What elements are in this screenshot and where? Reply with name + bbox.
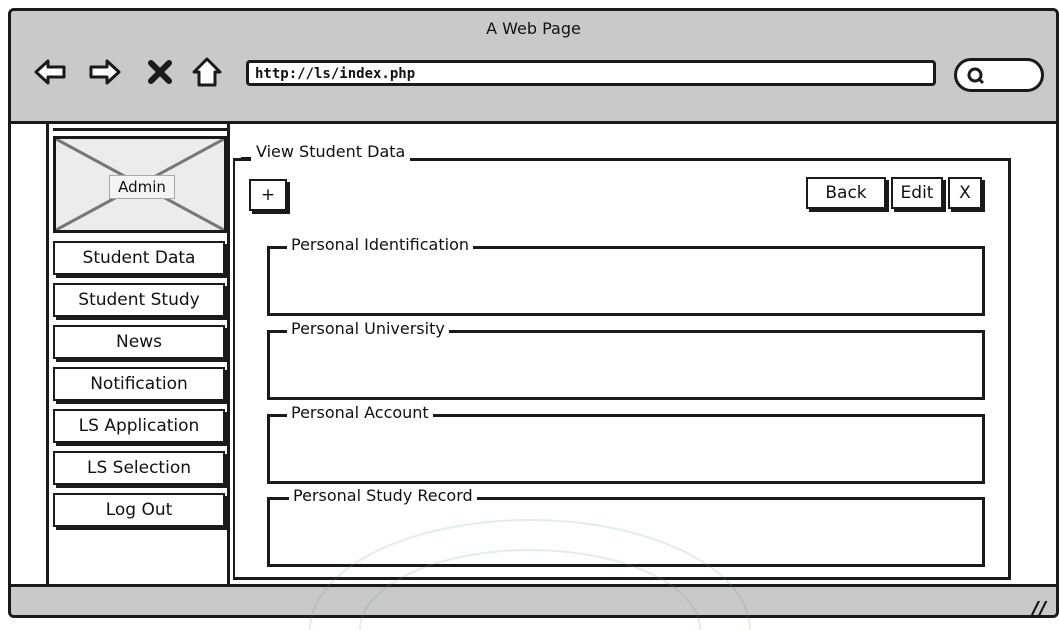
search-field[interactable] [954,58,1044,92]
section-legend-tick [279,497,289,500]
close-x-icon[interactable] [143,55,177,89]
section-personal-study-record [267,497,985,567]
url-input[interactable]: http://ls/index.php [246,60,936,86]
page-title: A Web Page [486,19,581,38]
section-title: Personal Account [287,403,433,422]
resize-grip-icon[interactable]: // [1031,597,1046,615]
section-personal-account [267,414,985,484]
back-arrow-icon[interactable] [33,55,67,89]
sidebar-item-student-study[interactable]: Student Study [53,283,225,317]
avatar-label: Admin [109,175,175,199]
panel-title: View Student Data [251,142,411,161]
browser-toolbar: A Web Page http://ls/index.php [11,11,1056,124]
sidebar-item-ls-selection[interactable]: LS Selection [53,451,225,485]
back-button[interactable]: Back [806,177,886,209]
add-button[interactable]: + [249,179,287,211]
sidebar-item-student-data[interactable]: Student Data [53,241,225,275]
close-button[interactable]: X [948,177,982,209]
status-bar: // [11,584,1056,615]
section-title: Personal University [287,319,449,338]
panel-legend-tick [241,157,251,160]
sidebar: Admin Student Data Student Study News No… [46,124,230,584]
edit-button[interactable]: Edit [891,177,943,209]
section-legend-tick [277,246,287,249]
section-legend-tick [277,330,287,333]
sidebar-item-log-out[interactable]: Log Out [53,493,225,527]
home-icon[interactable] [190,55,224,89]
page-content: Admin Student Data Student Study News No… [11,124,1056,584]
section-personal-identification [267,246,985,316]
avatar: Admin [53,136,227,233]
search-icon [966,66,986,90]
browser-window: A Web Page http://ls/index.php Admin Stu… [8,8,1059,618]
forward-arrow-icon[interactable] [88,55,122,89]
sidebar-item-ls-application[interactable]: LS Application [53,409,225,443]
section-title: Personal Study Record [289,486,477,505]
section-legend-tick [277,414,287,417]
sidebar-item-notification[interactable]: Notification [53,367,225,401]
sidebar-top-divider [53,128,227,131]
section-personal-university [267,330,985,400]
section-title: Personal Identification [287,235,474,254]
sidebar-item-news[interactable]: News [53,325,225,359]
